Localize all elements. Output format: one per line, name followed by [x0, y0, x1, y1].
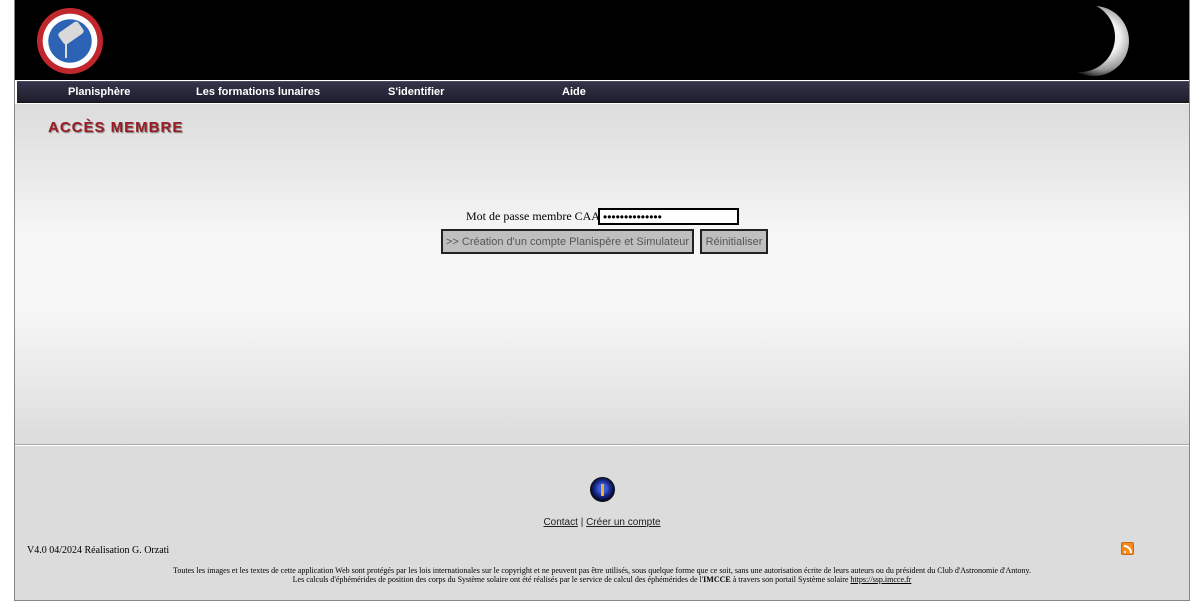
imcce-label: IMCCE — [703, 575, 731, 584]
contact-link[interactable]: Contact — [543, 517, 577, 528]
password-input[interactable] — [598, 208, 739, 225]
legal-line-2-suffix: à travers son portail Système solaire — [730, 575, 851, 584]
password-label: Mot de passe membre CAA : — [466, 209, 606, 223]
navbar: Planisphère Les formations lunaires S'id… — [17, 81, 1189, 103]
imcce-link[interactable]: https://ssp.imcce.fr — [850, 575, 911, 584]
nav-item-planisphere[interactable]: Planisphère — [68, 86, 130, 98]
moon-shadow — [1045, 2, 1115, 72]
legal-line-2-prefix: Les calculs d'éphémérides de position de… — [292, 575, 704, 584]
version-text: V4.0 04/2024 Réalisation G. Orzati — [27, 545, 170, 556]
rss-icon[interactable] — [1121, 542, 1134, 555]
create-account-link[interactable]: Créer un compte — [586, 517, 660, 528]
footer-links: Contact | Créer un compte — [15, 517, 1189, 528]
page-title: ACCÈS MEMBRE — [48, 119, 184, 136]
legal-line-1: Toutes les images et les textes de cette… — [173, 566, 1031, 575]
header — [15, 0, 1189, 80]
page-frame: Planisphère Les formations lunaires S'id… — [14, 0, 1190, 601]
reset-button[interactable]: Réinitialiser — [700, 229, 768, 254]
observatory-logo-icon — [590, 477, 615, 502]
create-account-button[interactable]: >> Création d'un compte Planispère et Si… — [441, 229, 694, 254]
nav-item-login[interactable]: S'identifier — [388, 86, 444, 98]
telescope-icon — [57, 20, 85, 46]
nav-item-help[interactable]: Aide — [562, 86, 586, 98]
legal-notice: Toutes les images et les textes de cette… — [15, 566, 1189, 584]
tripod-icon — [65, 40, 67, 58]
legal-line-2: Les calculs d'éphémérides de position de… — [15, 575, 1189, 584]
link-separator: | — [580, 517, 584, 528]
nav-item-lunar-formations[interactable]: Les formations lunaires — [196, 86, 320, 98]
club-logo-icon[interactable] — [37, 8, 103, 74]
main-content: ACCÈS MEMBRE Mot de passe membre CAA : >… — [15, 104, 1189, 445]
footer: Contact | Créer un compte V4.0 04/2024 R… — [15, 446, 1189, 600]
